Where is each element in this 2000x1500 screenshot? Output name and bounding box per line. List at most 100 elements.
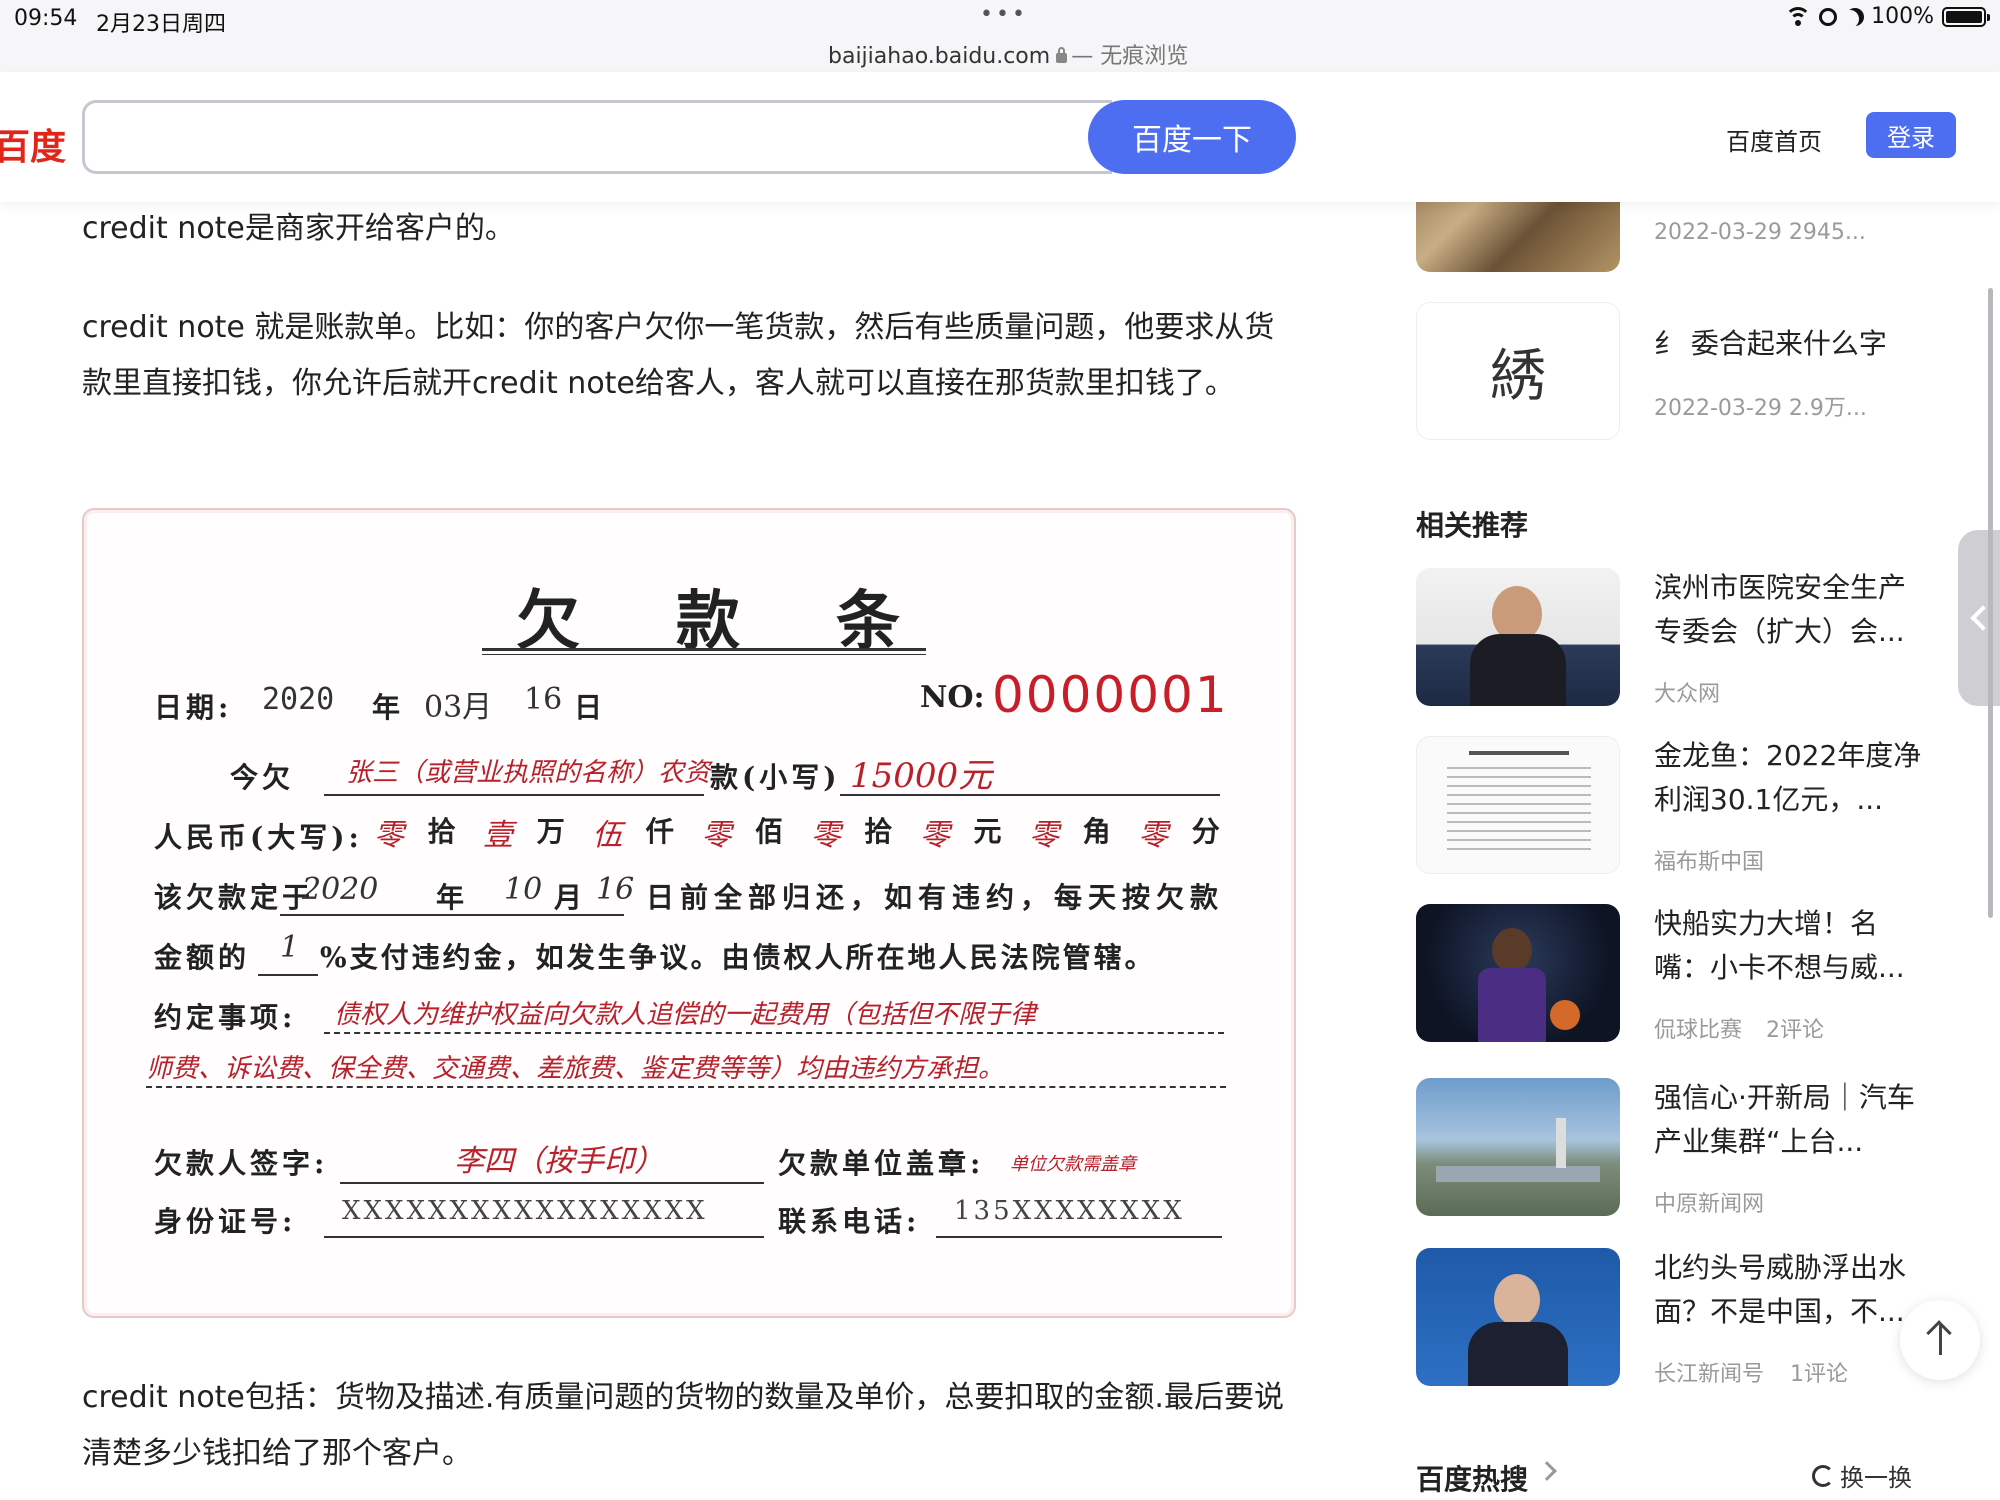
- owe-label: 今欠: [230, 761, 295, 794]
- login-button[interactable]: 登录: [1866, 112, 1956, 158]
- rmb-unit: 元: [973, 815, 1006, 848]
- status-time: 09:54: [14, 6, 78, 31]
- battery-icon: [1942, 6, 1990, 27]
- day-char: 日: [574, 691, 607, 724]
- related-item-comments: 2评论: [1766, 1018, 1824, 1043]
- date-day: 16: [524, 682, 563, 717]
- article-paragraph-1: credit note是商家开给客户的。: [82, 211, 515, 246]
- id-label: 身份证号:: [154, 1205, 297, 1238]
- scrollbar[interactable]: [1988, 288, 1993, 918]
- search-input[interactable]: [85, 103, 1112, 171]
- orientation-lock-icon: [1819, 7, 1838, 26]
- date-month: 03月: [424, 690, 493, 725]
- hot-search-title[interactable]: 百度热搜: [1416, 1458, 1528, 1498]
- rmb-digit: 零: [374, 818, 404, 853]
- serial-number: 0000001: [992, 666, 1229, 724]
- related-item-title[interactable]: 快船实力大增！名嘴：小卡不想与威...: [1654, 902, 1924, 990]
- due-month: 10: [504, 872, 543, 907]
- date-label: 日期:: [154, 691, 233, 724]
- url-text: baijiahao.baidu.com: [828, 44, 1051, 69]
- document-thumbnail[interactable]: [1416, 736, 1620, 874]
- side-panel-tab[interactable]: [1958, 530, 2000, 706]
- search-box[interactable]: [82, 100, 1112, 174]
- search-button[interactable]: 百度一下: [1088, 100, 1296, 174]
- id-number: XXXXXXXXXXXXXXXXX: [342, 1196, 708, 1226]
- related-section-title: 相关推荐: [1416, 509, 1529, 542]
- site-header: 百度 百度一下 百度首页 登录: [0, 72, 2000, 202]
- related-item-source: 长江新闻号: [1654, 1362, 1765, 1387]
- related-item-comments: 1评论: [1790, 1362, 1848, 1387]
- side-top-meta-1: 2022-03-29 2945...: [1654, 220, 1866, 245]
- seal-label: 欠款单位盖章:: [778, 1147, 985, 1180]
- rmb-unit: 拾: [864, 815, 897, 848]
- date-year: 2020: [262, 682, 335, 717]
- due-year: 2020: [302, 872, 379, 907]
- rmb-digit: 零: [701, 818, 732, 853]
- due-year-char: 年: [436, 881, 469, 914]
- char-thumbnail[interactable]: 綉: [1416, 302, 1620, 440]
- baidu-logo[interactable]: 百度: [0, 118, 66, 170]
- news-thumbnail[interactable]: [1416, 568, 1620, 706]
- rmb-digit: 零: [810, 818, 841, 853]
- back-to-top-button[interactable]: [1900, 1300, 1980, 1380]
- related-item-title[interactable]: 强信心·开新局｜汽车产业集群“上台...: [1654, 1076, 1924, 1164]
- lock-icon: [1056, 47, 1068, 63]
- terms-line-2: 师费、诉讼费、保全费、交通费、差旅费、鉴定费等等）均由违约方承担。: [146, 1054, 1005, 1084]
- amount-label: 款(小写): [710, 761, 841, 794]
- moon-icon: [1841, 10, 1859, 28]
- rmb-unit: 万: [536, 815, 569, 848]
- wifi-icon: [1785, 6, 1812, 27]
- rate-text: %支付违约金，如发生争议。由债权人所在地人民法院管辖。: [320, 941, 1156, 974]
- side-top-title-2[interactable]: 纟 委合起来什么字: [1654, 322, 1924, 366]
- iou-receipt-image[interactable]: 欠款条 日期: 2020 年 03月 16 日 NO: 0000001 今欠 张…: [82, 508, 1296, 1318]
- rmb-digit: 零: [1029, 818, 1060, 853]
- industrial-thumbnail[interactable]: [1416, 1078, 1620, 1216]
- status-icons: 100%: [1785, 4, 1990, 29]
- terms-line-1: 债权人为维护权益向欠款人追偿的一起费用（包括但不限于律: [334, 1000, 1037, 1030]
- status-date: 2月23日周四: [96, 12, 226, 37]
- basketball-thumbnail[interactable]: [1416, 904, 1620, 1042]
- title-underline-thin: [482, 654, 926, 655]
- rmb-unit: 仟: [645, 815, 678, 848]
- due-label: 该欠款定于: [154, 881, 315, 914]
- arrow-up-icon: [1938, 1325, 1942, 1355]
- rmb-unit: 角: [1082, 815, 1115, 848]
- chevron-right-icon[interactable]: [1537, 1461, 1557, 1481]
- amount-value: 15000元: [850, 756, 993, 796]
- article-paragraph-3: credit note包括：货物及描述.有质量问题的货物的数量及单价，总要扣取的…: [82, 1380, 1284, 1471]
- related-item-source: 福布斯中国: [1654, 850, 1765, 875]
- owe-debtor-name: 张三（或营业执照的名称）农资: [346, 758, 711, 788]
- private-mode-label: — 无痕浏览: [1071, 44, 1189, 69]
- refresh-button[interactable]: 换一换: [1812, 1458, 1912, 1493]
- nato-thumbnail[interactable]: [1416, 1248, 1620, 1386]
- status-bar: 09:54 2月23日周四 ••• baijiahao.baidu.com — 无…: [0, 0, 2000, 72]
- serial-label: NO:: [920, 680, 985, 715]
- related-item-source: 大众网: [1654, 682, 1721, 707]
- rmb-unit: 佰: [755, 815, 788, 848]
- address-bar[interactable]: baijiahao.baidu.com — 无痕浏览: [828, 38, 1188, 70]
- year-char: 年: [372, 691, 405, 724]
- baidu-home-link[interactable]: 百度首页: [1726, 122, 1822, 157]
- rmb-amount-row: 零 拾 壹 万 伍 仟 零 佰 零 拾 零 元 零 角 零 分: [374, 810, 1224, 854]
- more-dots-icon[interactable]: •••: [980, 2, 1028, 27]
- debtor-sign-label: 欠款人签字:: [154, 1147, 329, 1180]
- rmb-digit: 壹: [483, 818, 514, 853]
- related-item-title[interactable]: 金龙鱼：2022年度净利润30.1亿元，...: [1654, 734, 1924, 822]
- due-text: 日前全部归还，如有违约，每天按欠款: [646, 881, 1225, 914]
- related-item-title[interactable]: 北约头号威胁浮出水面？不是中国，不...: [1654, 1246, 1924, 1334]
- rmb-digit: 零: [919, 818, 950, 853]
- phone-number: 135XXXXXXXX: [954, 1196, 1185, 1226]
- phone-label: 联系电话:: [778, 1205, 921, 1238]
- rmb-unit: 分: [1191, 815, 1224, 848]
- due-day: 16: [596, 872, 635, 907]
- rmb-unit: 拾: [427, 815, 460, 848]
- refresh-label: 换一换: [1840, 1464, 1912, 1492]
- related-item-title[interactable]: 滨州市医院安全生产专委会（扩大）会...: [1654, 566, 1924, 654]
- rmb-digit: 零: [1138, 818, 1169, 853]
- battery-percent: 100%: [1871, 4, 1934, 29]
- debtor-signature: 李四（按手印）: [454, 1144, 664, 1179]
- seal-note: 单位欠款需盖章: [1010, 1154, 1136, 1175]
- rate-label: 金额的: [154, 941, 251, 974]
- rmb-digit: 伍: [592, 818, 623, 853]
- related-item-source: 中原新闻网: [1654, 1192, 1765, 1217]
